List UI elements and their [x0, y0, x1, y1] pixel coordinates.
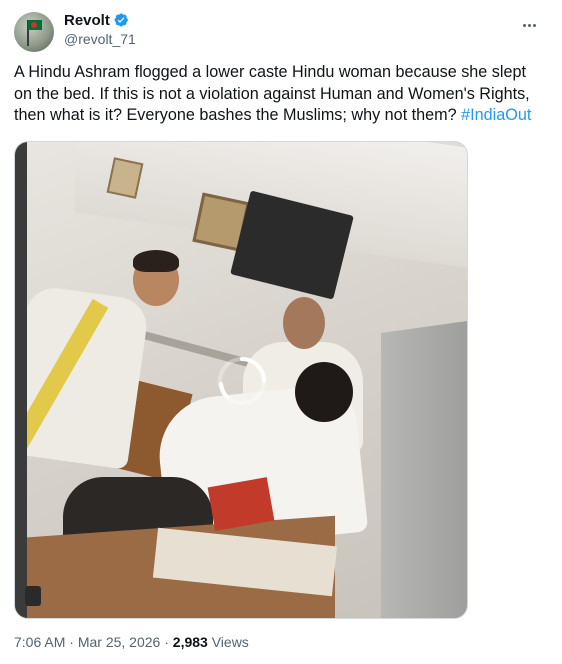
meta-separator-2: ·: [160, 634, 173, 650]
handle[interactable]: @revolt_71: [64, 31, 136, 47]
tweet-text: A Hindu Ashram flogged a lower caste Hin…: [14, 62, 544, 127]
author-names: Revolt @revolt_71: [64, 10, 136, 48]
tweet-time[interactable]: 7:06 AM: [14, 634, 65, 650]
views-label: Views: [207, 634, 249, 650]
tweet-body: A Hindu Ashram flogged a lower caste Hin…: [14, 63, 530, 124]
avatar-flag: [28, 20, 42, 30]
avatar[interactable]: [14, 12, 54, 52]
hashtag-link[interactable]: #IndiaOut: [461, 106, 531, 124]
tweet-meta: 7:06 AM · Mar 25, 2026 · 2,983 Views: [14, 634, 249, 650]
tweet: Revolt @revolt_71 A Hindu Ashram flogged…: [0, 0, 562, 664]
video-player[interactable]: [14, 141, 468, 619]
meta-separator: ·: [65, 634, 78, 650]
tweet-header: Revolt @revolt_71: [14, 10, 548, 52]
views-count: 2,983: [172, 634, 208, 650]
display-name-row: Revolt: [64, 10, 136, 30]
tweet-date[interactable]: Mar 25, 2026: [78, 634, 161, 650]
display-name[interactable]: Revolt: [64, 12, 110, 29]
more-options-icon[interactable]: [518, 14, 540, 36]
loading-spinner-icon[interactable]: [215, 354, 269, 408]
volume-icon[interactable]: [25, 586, 41, 606]
verified-badge-icon: [113, 12, 129, 28]
